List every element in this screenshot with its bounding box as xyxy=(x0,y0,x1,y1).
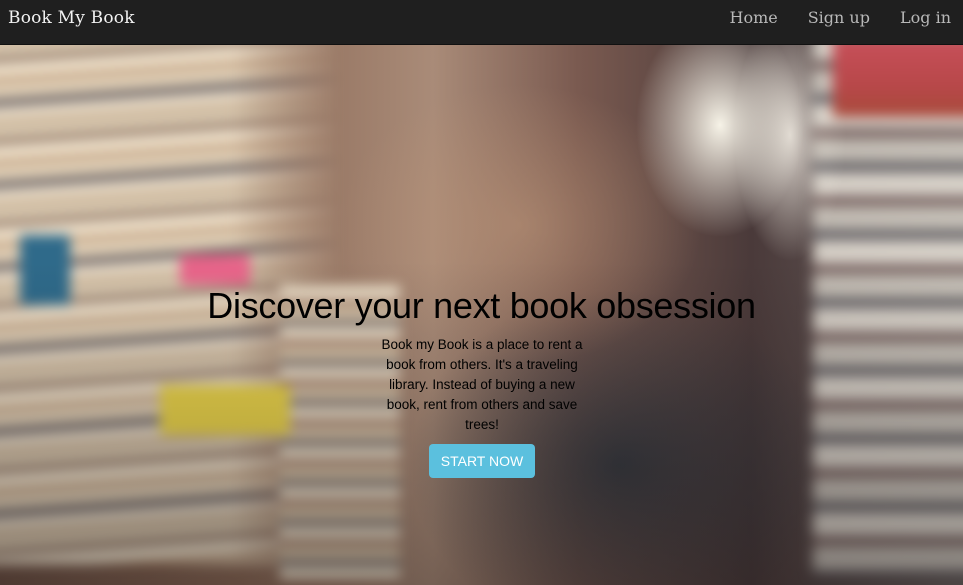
start-now-button[interactable]: START NOW xyxy=(429,444,535,478)
brand-logo-link[interactable]: Book My Book xyxy=(8,8,135,28)
hero-description: Book my Book is a place to rent a book f… xyxy=(381,337,583,432)
hero-headline: Discover your next book obsession xyxy=(207,285,756,326)
nav-link-sign-up[interactable]: Sign up xyxy=(808,8,870,27)
nav-links: Home Sign up Log in xyxy=(729,8,951,27)
nav-link-home[interactable]: Home xyxy=(729,8,777,27)
hero-content: Discover your next book obsession Book m… xyxy=(0,45,963,585)
nav-link-log-in[interactable]: Log in xyxy=(900,8,951,27)
navbar: Book My Book Home Sign up Log in xyxy=(0,0,963,45)
